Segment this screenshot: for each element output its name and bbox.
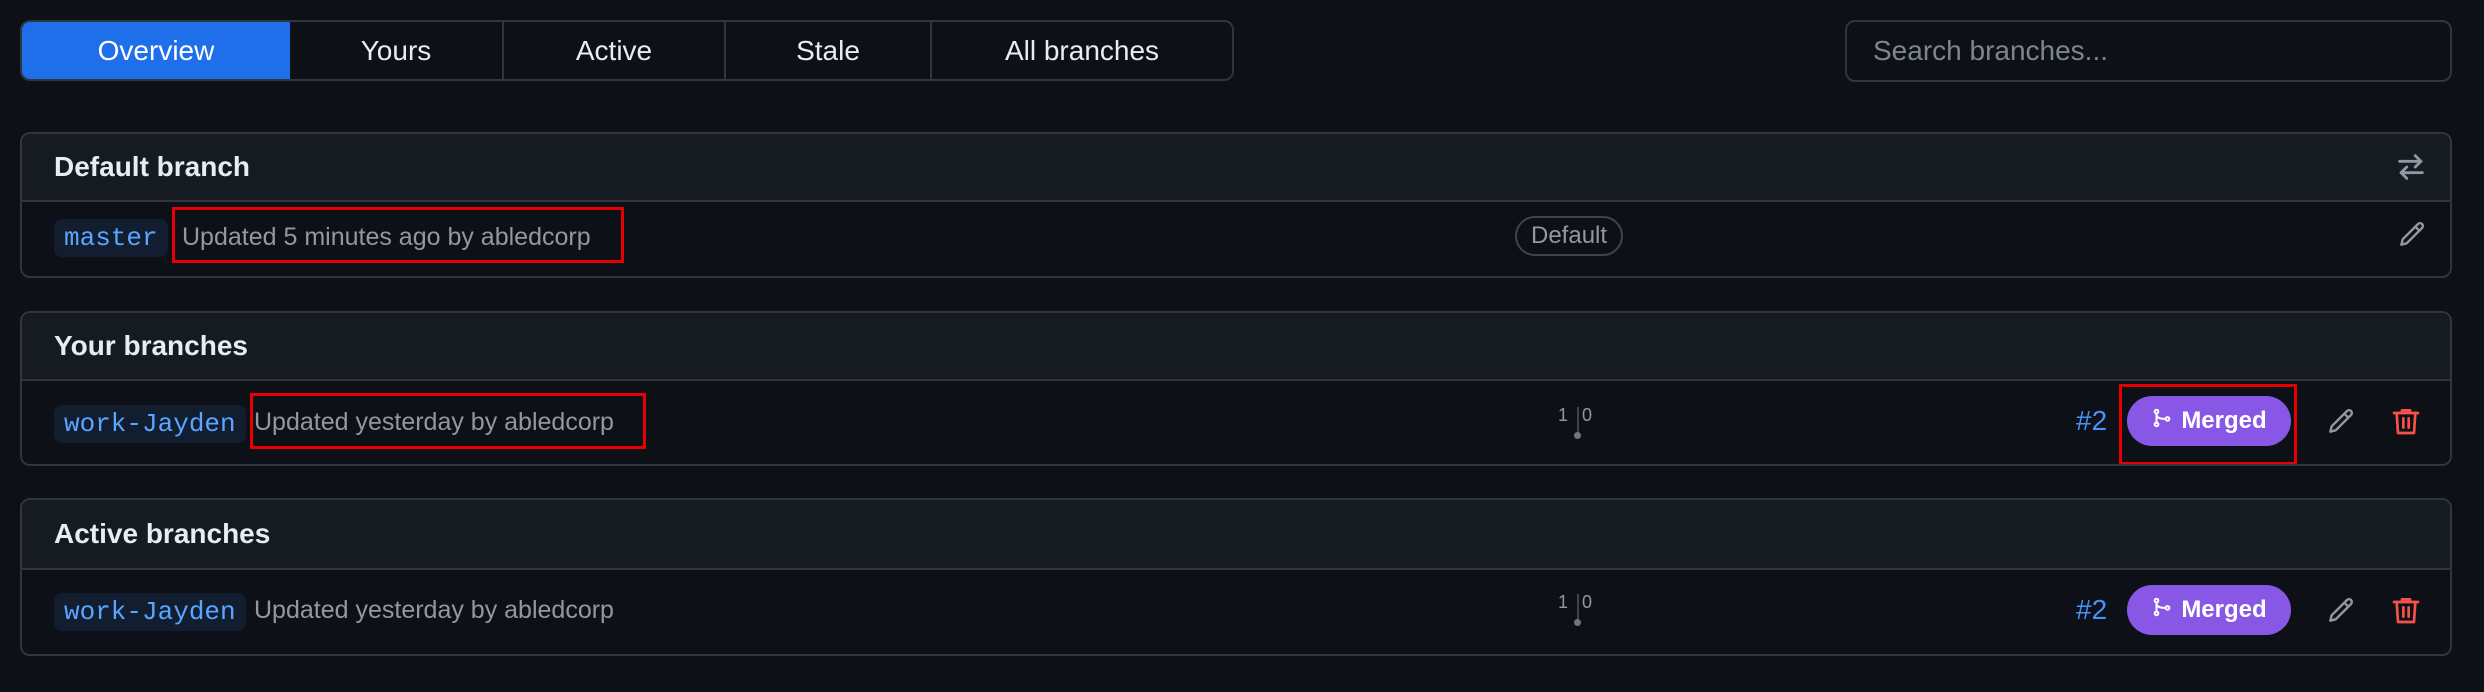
- ahead-count: 1: [1558, 405, 1569, 425]
- your-branches-section: Your branches work-Jayden Updated yester…: [20, 311, 2452, 466]
- trash-icon[interactable]: [2390, 404, 2422, 438]
- pencil-icon[interactable]: [2325, 405, 2357, 437]
- branch-name[interactable]: work-Jayden: [54, 405, 246, 443]
- branch-tabs: Overview Yours Active Stale All branches: [20, 20, 1234, 81]
- indicator-dot: [1574, 619, 1581, 626]
- active-branches-section: Active branches work-Jayden Updated yest…: [20, 498, 2452, 656]
- section-header: Active branches: [22, 500, 2450, 570]
- tab-all-branches[interactable]: All branches: [932, 22, 1232, 79]
- highlight-box: [172, 207, 624, 263]
- behind-count: 0: [1582, 405, 1593, 425]
- section-header: Your branches: [22, 313, 2450, 381]
- updated-text: Updated yesterday by abledcorp: [254, 596, 614, 624]
- branch-row: work-Jayden Updated yesterday by abledco…: [22, 381, 2450, 464]
- pencil-icon[interactable]: [2325, 594, 2357, 626]
- git-merge-icon: [2151, 407, 2173, 436]
- section-title: Your branches: [54, 330, 248, 361]
- section-title: Active branches: [54, 518, 271, 549]
- highlight-box: [250, 393, 646, 449]
- pull-request-link[interactable]: #2: [2076, 405, 2107, 437]
- trash-icon[interactable]: [2390, 593, 2422, 627]
- tab-active[interactable]: Active: [504, 22, 726, 79]
- ahead-behind-indicator: 1 0: [1558, 592, 1598, 632]
- branch-row: master Updated 5 minutes ago by abledcor…: [22, 202, 2450, 276]
- search-box: [1845, 20, 2452, 82]
- indicator-dot: [1574, 432, 1581, 439]
- pencil-icon[interactable]: [2396, 218, 2428, 250]
- git-merge-icon: [2151, 596, 2173, 625]
- tab-overview[interactable]: Overview: [22, 22, 290, 79]
- merged-status-button[interactable]: Merged: [2127, 396, 2291, 446]
- ahead-count: 1: [1558, 592, 1569, 612]
- branch-name[interactable]: master: [54, 219, 168, 257]
- tab-stale[interactable]: Stale: [726, 22, 932, 79]
- tab-yours[interactable]: Yours: [290, 22, 504, 79]
- merged-label: Merged: [2181, 596, 2267, 623]
- behind-count: 0: [1582, 592, 1593, 612]
- branch-name[interactable]: work-Jayden: [54, 593, 246, 631]
- merged-label: Merged: [2181, 407, 2267, 434]
- ahead-behind-indicator: 1 0: [1558, 405, 1598, 445]
- section-header: Default branch: [22, 134, 2450, 202]
- search-input[interactable]: [1871, 34, 2450, 68]
- branch-row: work-Jayden Updated yesterday by abledco…: [22, 570, 2450, 654]
- divider: [1577, 594, 1579, 620]
- default-branch-section: Default branch master Updated 5 minutes …: [20, 132, 2452, 278]
- pull-request-link[interactable]: #2: [2076, 594, 2107, 626]
- section-title: Default branch: [54, 151, 251, 182]
- switch-icon[interactable]: [2394, 150, 2428, 184]
- branches-page: Overview Yours Active Stale All branches…: [0, 0, 2484, 692]
- merged-status-button[interactable]: Merged: [2127, 585, 2291, 635]
- divider: [1577, 407, 1579, 433]
- default-badge: Default: [1515, 216, 1624, 256]
